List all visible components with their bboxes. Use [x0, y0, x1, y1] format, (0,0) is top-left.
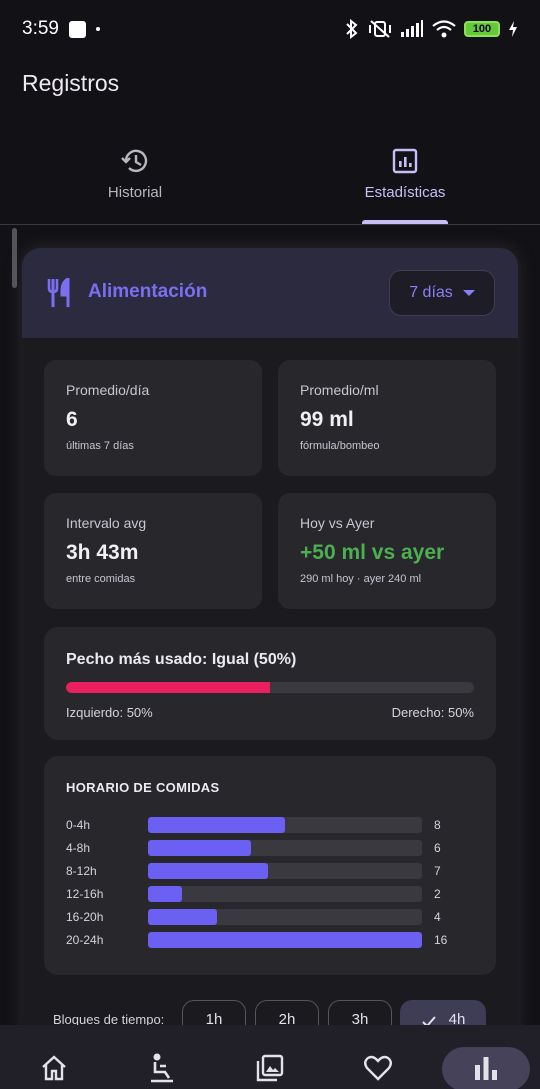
nav-photo-library[interactable] — [216, 1025, 324, 1089]
schedule-row-count: 16 — [434, 933, 448, 947]
schedule-bar — [148, 886, 183, 902]
schedule-track — [148, 932, 422, 948]
stat-label: Hoy vs Ayer — [300, 515, 375, 531]
nav-home[interactable] — [0, 1025, 108, 1089]
stat-card: Hoy vs Ayer +50 ml vs ayer 290 ml hoy · … — [278, 493, 496, 609]
status-bar: 3:59 100 — [0, 0, 540, 58]
schedule-bar — [148, 932, 422, 948]
schedule-bar — [148, 817, 285, 833]
notification-dot-icon — [95, 27, 100, 31]
stat-subtitle: últimas 7 días — [66, 440, 134, 452]
home-icon — [42, 1055, 66, 1081]
signal-icon — [401, 20, 423, 37]
stat-label: Promedio/día — [66, 382, 150, 398]
tab-estadisticas[interactable]: Estadísticas — [270, 140, 540, 225]
tab-historial-label: Historial — [107, 184, 163, 201]
card-title: Alimentación — [88, 281, 208, 302]
breast-left-label: Izquierdo: 50% — [66, 705, 153, 720]
chevron-down-icon — [462, 290, 475, 296]
stat-subtitle: 290 ml hoy · ayer 240 ml — [300, 573, 422, 585]
schedule-row-count: 8 — [434, 818, 441, 832]
breast-usage-card: Pecho más usado: Igual (50%) Izquierdo: … — [44, 627, 496, 740]
wifi-icon — [432, 20, 456, 38]
schedule-row-label: 4-8h — [66, 841, 91, 855]
schedule-bar — [148, 909, 217, 925]
schedule-row-count: 7 — [434, 864, 441, 878]
battery-indicator: 100 — [464, 21, 500, 37]
schedule-row-label: 12-16h — [66, 887, 104, 901]
bluetooth-icon — [346, 19, 358, 39]
bottom-nav — [0, 1025, 540, 1089]
restaurant-icon — [46, 276, 74, 313]
nav-favorites[interactable] — [324, 1025, 432, 1089]
page-title: Registros — [22, 70, 120, 96]
photo-library-icon — [256, 1054, 284, 1082]
stat-subtitle: fórmula/bombeo — [300, 440, 380, 452]
breast-usage-fill — [66, 682, 270, 693]
scrollbar[interactable] — [12, 228, 17, 288]
status-time: 3:59 — [22, 18, 59, 39]
schedule-track — [148, 909, 422, 925]
tab-estadisticas-label: Estadísticas — [364, 184, 446, 201]
schedule-bar — [148, 863, 268, 879]
range-dropdown[interactable]: 7 días — [389, 270, 495, 316]
tab-bar: Historial Estadísticas — [0, 140, 540, 225]
vibrate-off-icon — [369, 20, 391, 38]
breast-right-label: Derecho: 50% — [391, 705, 474, 720]
schedule-bar — [148, 840, 251, 856]
stat-card: Promedio/día 6 últimas 7 días — [44, 360, 262, 476]
schedule-title: HORARIO DE COMIDAS — [66, 780, 220, 795]
stat-label: Intervalo avg — [66, 515, 147, 531]
schedule-row-count: 2 — [434, 887, 441, 901]
stat-value: +50 ml vs ayer — [300, 541, 445, 564]
breast-usage-bar — [66, 682, 474, 693]
schedule-row-label: 0-4h — [66, 818, 91, 832]
schedule-row-label: 20-24h — [66, 933, 104, 947]
stat-subtitle: entre comidas — [66, 573, 136, 585]
nav-stats[interactable] — [432, 1025, 540, 1089]
stat-card: Promedio/ml 99 ml fórmula/bombeo — [278, 360, 496, 476]
schedule-track — [148, 817, 422, 833]
nav-baby-changing[interactable] — [108, 1025, 216, 1089]
bar-chart-icon — [475, 1057, 497, 1080]
tab-indicator — [362, 220, 448, 224]
breast-usage-title: Pecho más usado: Igual (50%) — [66, 651, 297, 668]
stat-value: 99 ml — [300, 408, 354, 431]
schedule-track — [148, 840, 422, 856]
stat-label: Promedio/ml — [300, 382, 379, 398]
heart-icon — [364, 1055, 392, 1081]
schedule-row: 20-24h 16 — [66, 931, 476, 949]
charging-icon — [509, 21, 517, 37]
schedule-track — [148, 863, 422, 879]
feeding-card: Alimentación 7 días Promedio/día 6 últim… — [22, 248, 518, 1048]
schedule-row-count: 4 — [434, 910, 441, 924]
schedule-row: 16-20h 4 — [66, 908, 476, 926]
feeding-schedule-card: HORARIO DE COMIDAS 0-4h 8 4-8h 6 8-12h 7… — [44, 756, 496, 975]
schedule-row: 4-8h 6 — [66, 839, 476, 857]
stat-value: 3h 43m — [66, 541, 139, 564]
schedule-row-label: 16-20h — [66, 910, 104, 924]
stat-card: Intervalo avg 3h 43m entre comidas — [44, 493, 262, 609]
schedule-row: 0-4h 8 — [66, 816, 476, 834]
analytics-icon — [390, 146, 420, 176]
stat-value: 6 — [66, 408, 78, 431]
history-icon — [120, 146, 150, 176]
schedule-row: 8-12h 7 — [66, 862, 476, 880]
schedule-row-label: 8-12h — [66, 864, 97, 878]
notification-icon — [68, 20, 86, 38]
range-dropdown-label: 7 días — [409, 284, 453, 301]
card-header: Alimentación 7 días — [22, 248, 518, 338]
schedule-row: 12-16h 2 — [66, 885, 476, 903]
baby-changing-icon — [151, 1053, 173, 1083]
tab-historial[interactable]: Historial — [0, 140, 270, 225]
schedule-row-count: 6 — [434, 841, 441, 855]
schedule-track — [148, 886, 422, 902]
